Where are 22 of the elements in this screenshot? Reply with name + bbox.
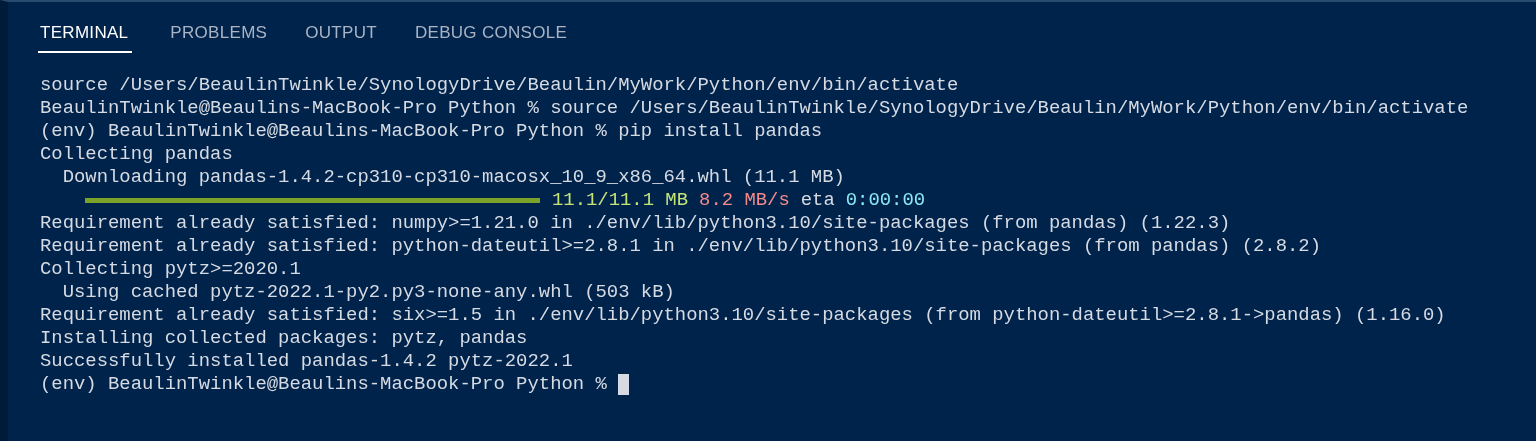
terminal-line: Requirement already satisfied: numpy>=1.21.0 in ./env/lib/python3.10/site-packages (from pandas) (1.22.3) (40, 212, 1232, 235)
cursor-icon (617, 374, 629, 395)
terminal-line: Requirement already satisfied: six>=1.5 in ./env/lib/python3.10/site-packages (from python-dateutil>=2.8.1->pandas) (1.16.0) (40, 304, 1447, 327)
terminal-line: Requirement already satisfied: python-dateutil>=2.8.1 in ./env/lib/python3.10/site-packages (from pandas) (2.8.2) (40, 235, 1322, 258)
panel-tab[interactable]: TERMINAL (38, 18, 133, 53)
panel-tab[interactable]: OUTPUT (305, 18, 377, 53)
terminal-line: Collecting pytz>=2020.1 (40, 258, 302, 281)
progress-text: 11.1/11.1 MB (552, 189, 689, 212)
terminal-line: Downloading pandas-1.4.2-cp310-cp310-macosx_10_9_x86_64.whl (11.1 MB) (61, 166, 846, 189)
panel-tab[interactable]: PROBLEMS (170, 18, 268, 53)
terminal-line: BeaulinTwinkle@Beaulins-MacBook-Pro Python % source /Users/BeaulinTwinkle/SynologyDrive/Beaulin/MyWork/Python/env/bin/activate (40, 97, 1470, 120)
terminal-line: Installing collected packages: pytz, pandas (40, 327, 529, 350)
progress-text: eta (800, 189, 835, 212)
panel-tab[interactable]: DEBUG CONSOLE (414, 18, 568, 53)
terminal-line: source /Users/BeaulinTwinkle/SynologyDrive/Beaulin/MyWork/Python/env/bin/activate (40, 74, 960, 97)
terminal-line: Successfully installed pandas-1.4.2 pytz-2022.1 (40, 350, 574, 373)
terminal-line: (env) BeaulinTwinkle@Beaulins-MacBook-Pro Python % pip install pandas (40, 120, 824, 143)
progress-text: 8.2 MB/s (699, 189, 790, 212)
terminal-line: Collecting pandas (40, 143, 234, 166)
terminal-prompt: (env) BeaulinTwinkle@Beaulins-MacBook-Pro Python % (40, 373, 607, 396)
terminal-line: Using cached pytz-2022.1-py2.py3-none-any.whl (503 kB) (61, 281, 676, 304)
progress-text: 0:00:00 (845, 189, 926, 212)
